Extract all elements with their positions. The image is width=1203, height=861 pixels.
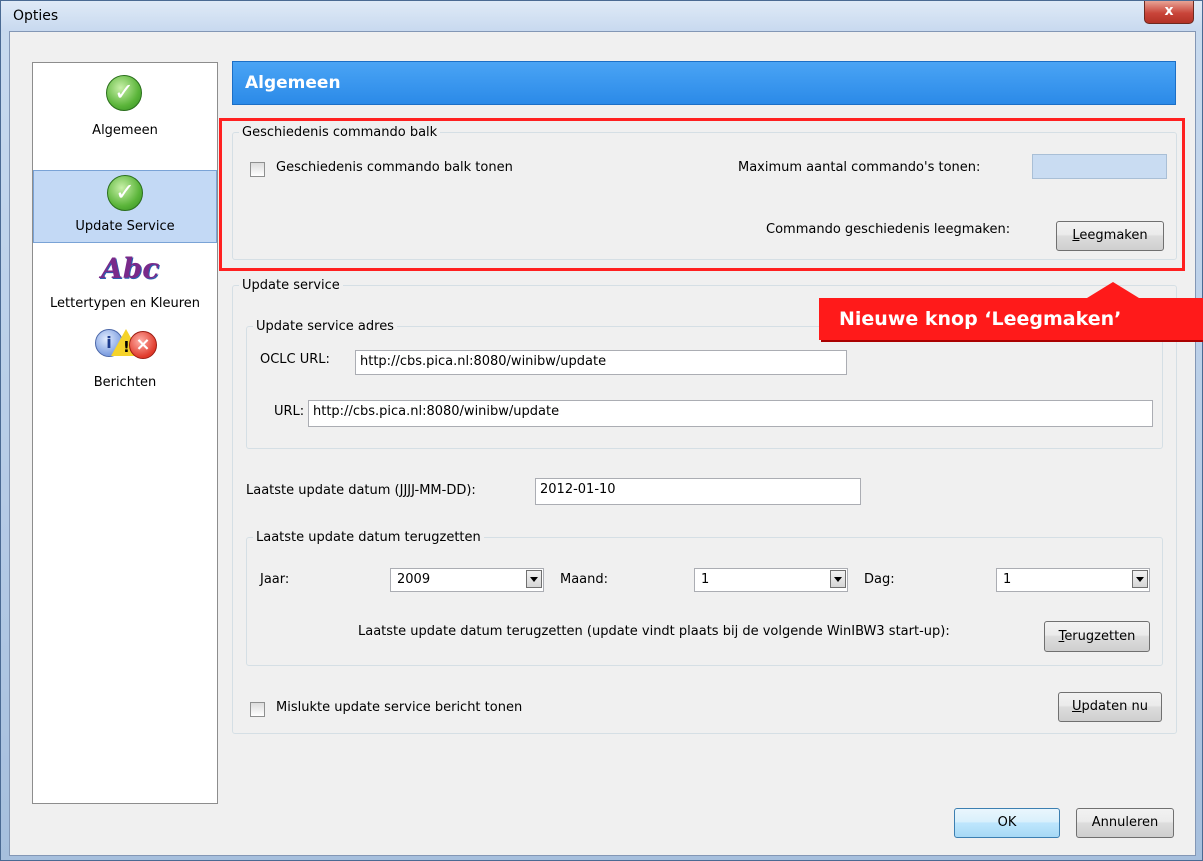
check-icon (107, 175, 143, 211)
cancel-button[interactable]: Annuleren (1076, 808, 1174, 838)
section-header: Algemeen (232, 61, 1176, 105)
month-select[interactable]: 1 (694, 568, 848, 592)
update-service-legend: Update service (242, 278, 340, 293)
update-now-button[interactable]: Updaten nu (1058, 692, 1162, 722)
sidebar-item-berichten[interactable]: i× Berichten (33, 321, 217, 393)
chevron-down-icon (830, 570, 846, 588)
last-update-input[interactable]: 2012-01-10 (535, 478, 861, 505)
day-select[interactable]: 1 (996, 568, 1150, 592)
title-bar: Opties x (1, 1, 1202, 31)
last-update-label: Laatste update datum (JJJJ-MM-DD): (246, 483, 476, 498)
failed-message-label: Mislukte update service bericht tonen (276, 700, 523, 715)
day-label: Dag: (864, 572, 895, 587)
reset-date-group: Laatste update datum terugzetten (246, 530, 1163, 666)
oclc-url-label: OCLC URL: (260, 352, 330, 367)
chevron-down-icon (526, 570, 542, 588)
update-address-legend: Update service adres (256, 319, 394, 334)
failed-message-checkbox[interactable] (250, 702, 265, 717)
sidebar-item-label: Berichten (93, 375, 157, 390)
ok-button[interactable]: OK (954, 808, 1060, 838)
month-label: Maand: (560, 572, 609, 587)
reset-date-description: Laatste update datum terugzetten (update… (358, 624, 950, 639)
sidebar-item-algemeen[interactable]: Algemeen (33, 63, 217, 165)
options-window: Opties x Algemeen Update Service Abc Let… (0, 0, 1203, 861)
sidebar-item-label: Update Service (75, 219, 175, 234)
reset-date-button[interactable]: Terugzetten (1044, 621, 1150, 652)
abc-icon: Abc (101, 252, 160, 285)
url-input[interactable]: http://cbs.pica.nl:8080/winibw/update (308, 400, 1153, 427)
sidebar-item-lettertypen[interactable]: Abc Lettertypen en Kleuren (33, 248, 217, 318)
oclc-url-input[interactable]: http://cbs.pica.nl:8080/winibw/update (355, 350, 847, 375)
sidebar-item-update-service[interactable]: Update Service (33, 170, 217, 243)
window-title: Opties (13, 8, 59, 24)
close-button[interactable]: x (1144, 1, 1194, 24)
sidebar: Algemeen Update Service Abc Lettertypen … (32, 62, 218, 804)
check-icon (106, 75, 142, 111)
url-label: URL: (274, 404, 305, 419)
chevron-down-icon (1132, 570, 1148, 588)
sidebar-item-label: Lettertypen en Kleuren (49, 296, 200, 311)
year-label: Jaar: (260, 572, 290, 587)
sidebar-item-label: Algemeen (92, 123, 158, 138)
year-select[interactable]: 2009 (390, 568, 544, 592)
section-title: Algemeen (245, 73, 341, 93)
annotation-callout: Nieuwe knop ‘Leegmaken’ (819, 282, 1203, 340)
reset-date-legend: Laatste update datum terugzetten (256, 530, 481, 545)
annotation-text: Nieuwe knop ‘Leegmaken’ (839, 308, 1122, 330)
close-icon: x (1164, 3, 1174, 19)
highlight-box (219, 118, 1185, 271)
messages-icon: i× (95, 327, 157, 361)
